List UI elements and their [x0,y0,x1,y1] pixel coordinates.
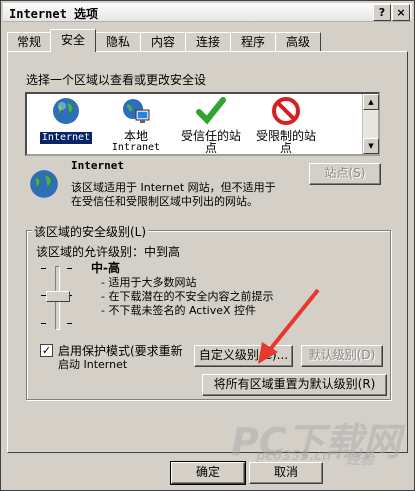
title-bar: Internet 选项 ? × [3,3,412,22]
zone-title: Internet [71,159,124,172]
ok-button[interactable]: 确定 [170,461,246,485]
internet-options-window: Internet 选项 ? × 常规 安全 隐私 内容 连接 程序 高级 选择一… [0,0,415,491]
slider-tick [67,323,72,324]
tab-strip: 常规 安全 隐私 内容 连接 程序 高级 [7,29,412,52]
restricted-icon [272,97,300,125]
zone-internet-label: Internet [39,132,93,144]
security-slider-thumb[interactable] [46,291,70,302]
tab-advanced[interactable]: 高级 [275,32,321,51]
tab-security[interactable]: 安全 [50,29,96,52]
selected-zone-globe-icon [30,170,58,198]
pointer-arrow-icon [258,288,320,364]
zone-intranet-label-2: Intranet [111,142,161,153]
scroll-down-icon[interactable]: ▼ [363,138,379,154]
zone-restricted-label-2: 点 [279,141,292,155]
help-button[interactable]: ? [373,4,391,21]
zone-intranet[interactable]: 本地 Intranet [97,96,175,154]
zone-intranet-label-1: 本地 [123,129,148,143]
intranet-icon [123,99,150,123]
zone-prompt: 选择一个区域以查看或更改安全设 [26,73,207,87]
zone-list: Internet 本地 Intranet 受信任的站 点 受限制的站 点 ▲ ▼ [25,92,380,156]
zone-restricted[interactable]: 受限制的站 点 [247,96,325,154]
level-bullet-3: - 不下载未签名的 ActiveX 控件 [101,304,257,317]
sites-button[interactable]: 站点(S) [309,163,381,185]
zone-scrollbar[interactable]: ▲ ▼ [362,94,379,154]
watermark-label: 经验 [346,452,374,468]
window-title: Internet 选项 [9,7,99,21]
tab-content[interactable]: 内容 [140,32,186,51]
protected-mode-label-2: 启动 Internet [58,358,128,371]
zone-trusted-label-2: 点 [204,141,217,155]
slider-tick [41,268,46,269]
security-level-label: 该区域的安全级别(L) [32,223,149,240]
tab-connections[interactable]: 连接 [185,32,231,51]
allowed-levels: 该区域的允许级别：中到高 [36,245,181,259]
zone-desc-2: 在受信任和受限制区域中列出的网站。 [71,195,258,208]
tab-privacy[interactable]: 隐私 [95,32,141,51]
cancel-button[interactable]: 取消 [249,462,323,484]
zone-internet[interactable]: Internet [27,96,105,144]
close-button[interactable]: × [392,4,410,21]
slider-tick [41,323,46,324]
reset-all-zones-button[interactable]: 将所有区域重置为默认级别(R) [202,374,387,396]
scroll-up-icon[interactable]: ▲ [363,94,379,110]
check-icon [196,97,226,125]
protected-mode-checkbox[interactable]: ✓ [40,344,53,357]
zone-trusted[interactable]: 受信任的站 点 [172,96,250,154]
globe-icon [53,98,79,124]
tab-programs[interactable]: 程序 [230,32,276,51]
tab-general[interactable]: 常规 [7,32,51,51]
slider-tick [67,268,72,269]
